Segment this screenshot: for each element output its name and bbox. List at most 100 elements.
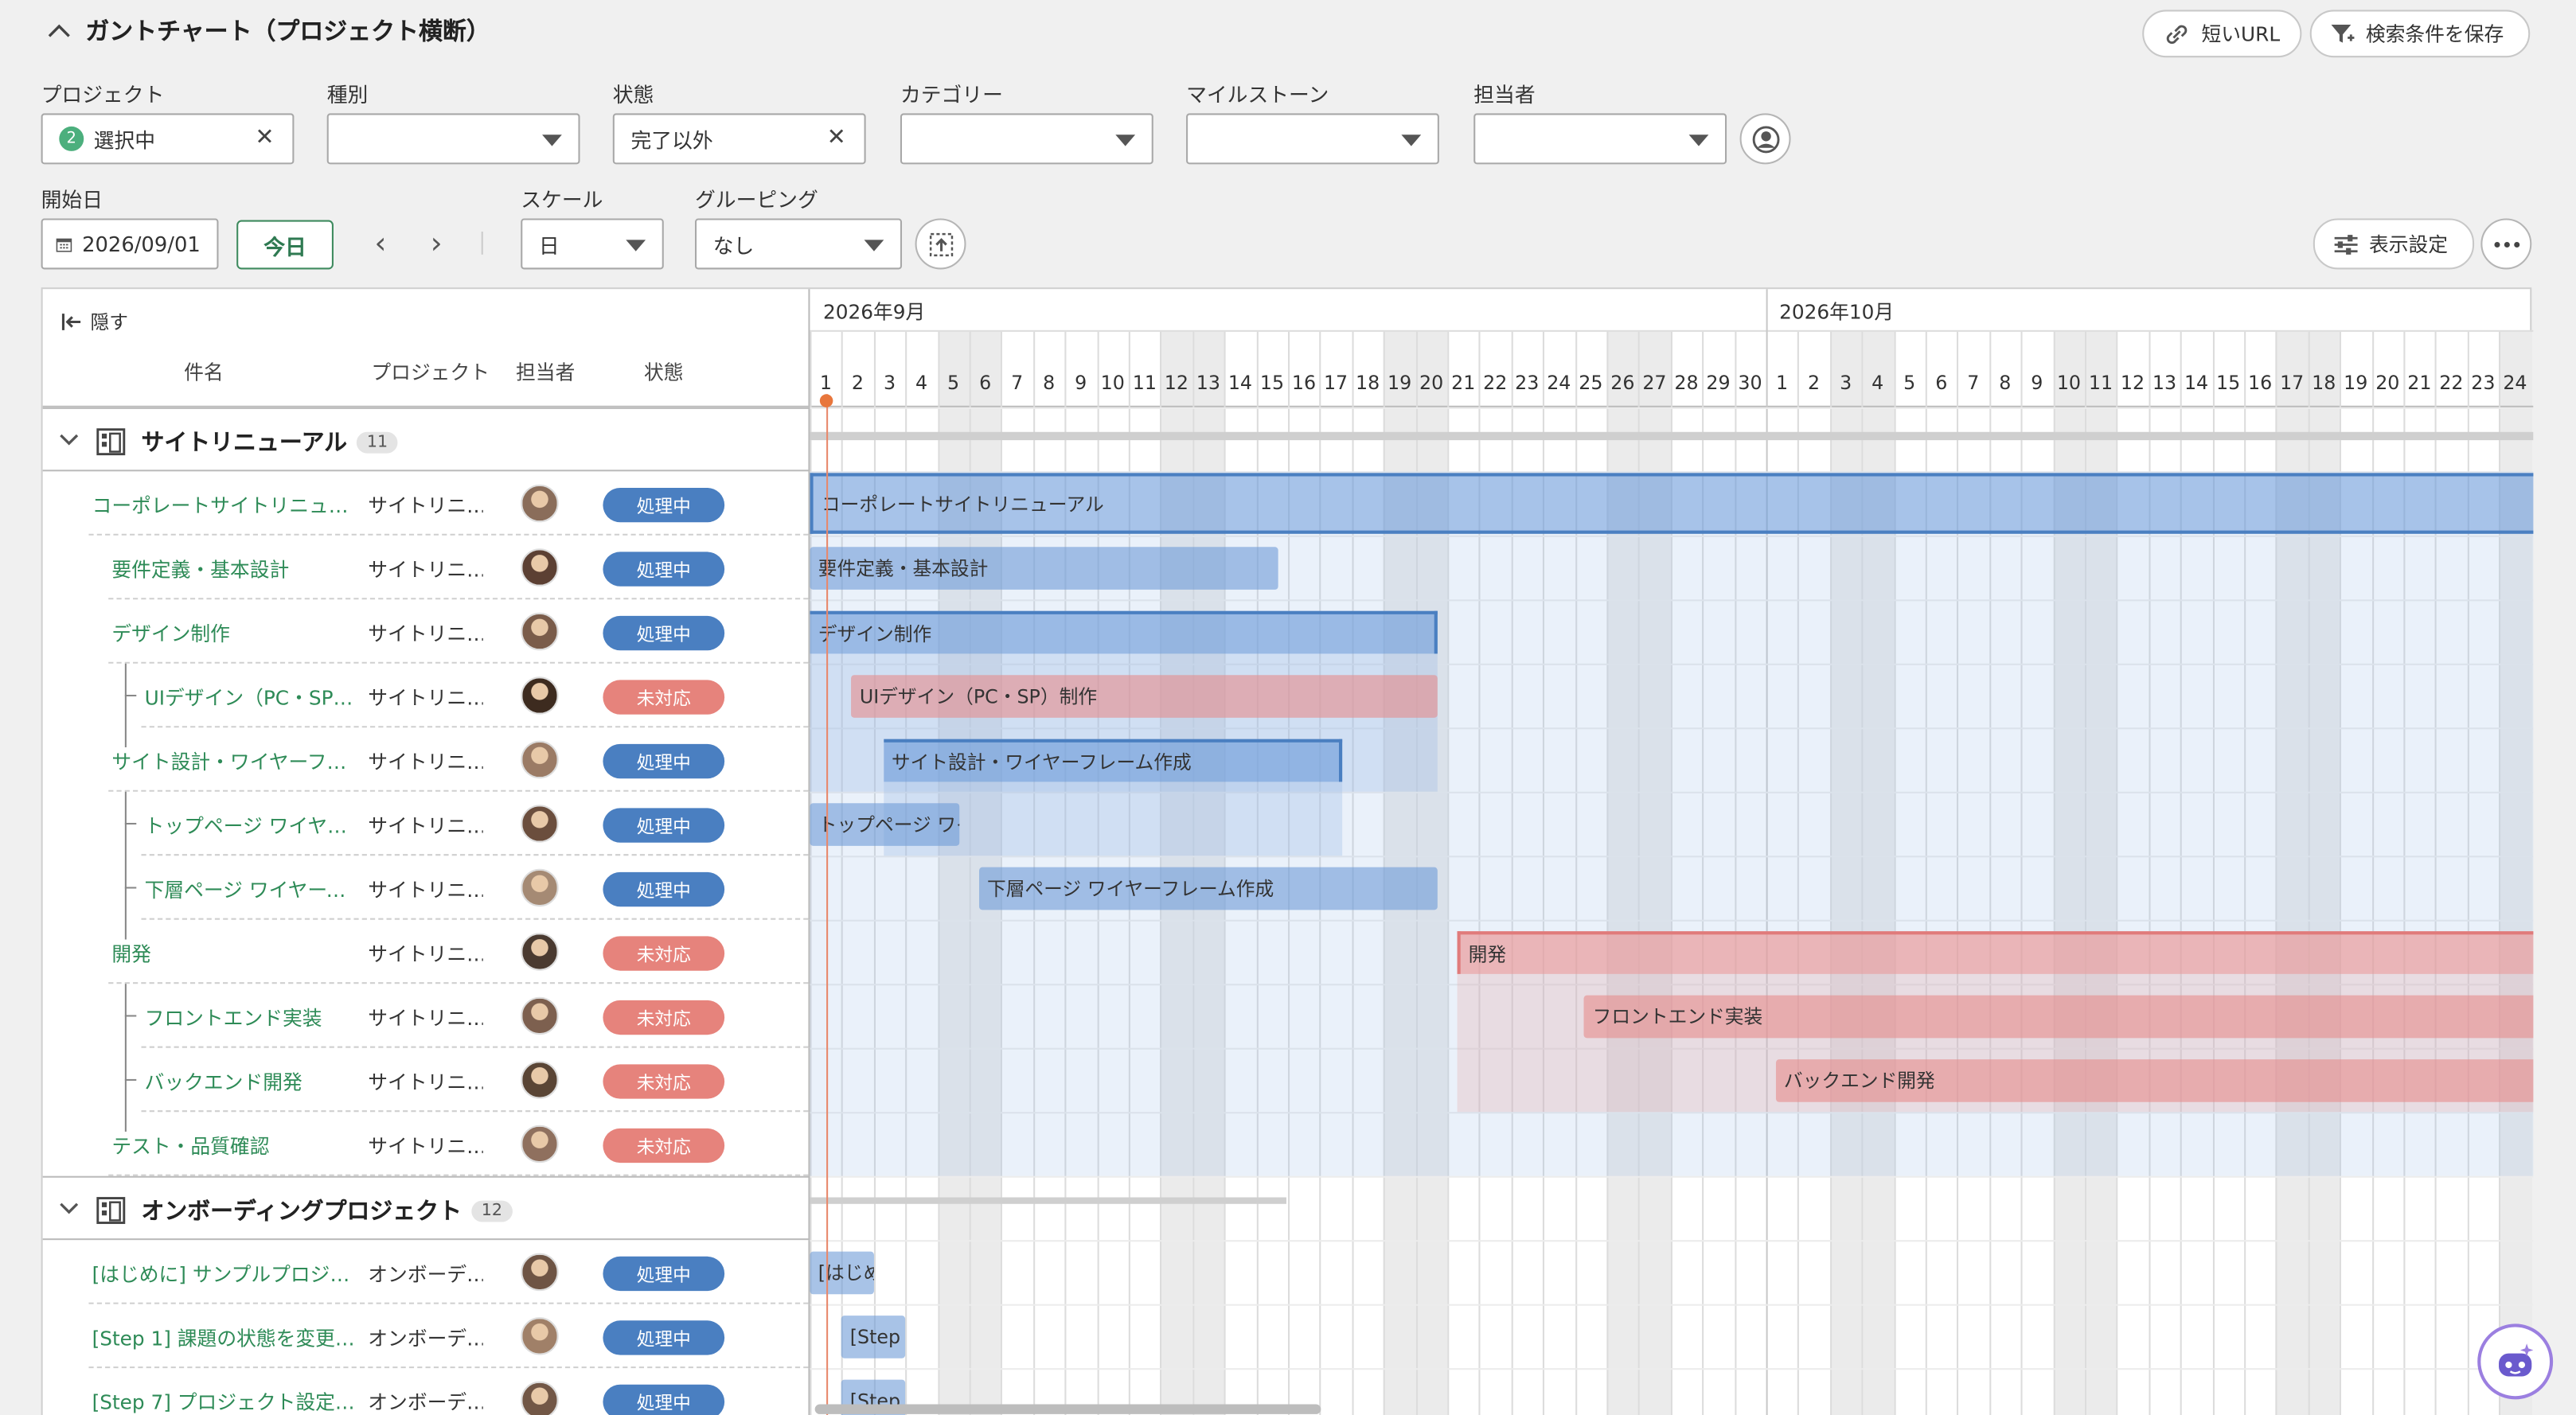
table-row[interactable]: [Step 7] プロジェクト設定を確認するオンボーデ… 処理中 — [43, 1368, 810, 1415]
table-row[interactable]: デザイン制作 サイトリニ… 処理中 — [43, 599, 810, 664]
expand-collapse-button[interactable] — [915, 218, 966, 270]
assignee-filter-select[interactable] — [1473, 113, 1727, 165]
next-arrow-icon[interactable]: › — [431, 227, 443, 261]
table-row[interactable]: 開発 サイトリニ… 未対応 — [43, 919, 810, 984]
today-button[interactable]: 今日 — [236, 220, 334, 270]
day-label: 13 — [2152, 371, 2177, 395]
task-project: サイトリニ… — [368, 814, 483, 838]
table-row[interactable]: バックエンド開発 サイトリニ… 未対応 — [43, 1047, 810, 1113]
horizontal-scrollbar[interactable] — [814, 1404, 1321, 1414]
day-label: 12 — [2120, 371, 2145, 395]
group-row[interactable]: サイトリニューアル 11 — [42, 407, 810, 472]
task-name-link[interactable]: UIデザイン（PC・SP）制作 — [145, 684, 358, 711]
day-label: 10 — [2056, 371, 2082, 395]
avatar — [521, 676, 559, 715]
task-name-link[interactable]: トップページ ワイヤーフレーム作成 — [145, 812, 358, 840]
clear-icon[interactable]: ✕ — [255, 125, 274, 151]
gantt-bar[interactable]: 開発 — [1457, 931, 2534, 974]
more-options-button[interactable] — [2480, 218, 2532, 270]
status-filter-select[interactable]: 完了以外 ✕ — [612, 113, 866, 165]
day-label: 4 — [915, 371, 928, 395]
task-name-link[interactable]: サイト設計・ワイヤーフレーム作成 — [111, 747, 358, 775]
grouping-select[interactable]: なし — [694, 218, 903, 270]
task-name-link[interactable]: テスト・品質確認 — [111, 1132, 358, 1160]
task-name-link[interactable]: 開発 — [111, 939, 358, 967]
gantt-bar[interactable]: 要件定義・基本設計 — [810, 547, 1278, 590]
display-settings-label: 表示設定 — [2368, 233, 2449, 256]
table-row[interactable]: [Step 1] 課題の状態を変更する オンボーデ… 処理中 — [43, 1304, 810, 1369]
table-row[interactable]: テスト・品質確認 サイトリニ… 未対応 — [43, 1112, 810, 1176]
chevron-down-icon[interactable] — [59, 432, 79, 449]
col-header-status[interactable]: 状態 — [644, 358, 684, 386]
group-summary-bar — [810, 431, 2534, 441]
ai-assistant-button[interactable] — [2477, 1323, 2554, 1400]
display-settings-button[interactable]: 表示設定 — [2313, 218, 2475, 270]
status-badge: 処理中 — [603, 871, 725, 907]
short-url-button[interactable]: 短いURL — [2142, 10, 2302, 58]
task-name-link[interactable]: コーポレートサイトリニューアル — [92, 491, 358, 519]
dropdown-arrow-icon — [864, 240, 884, 251]
day-label: 18 — [1355, 371, 1380, 395]
table-row[interactable]: [はじめに] サンプルプロジェクトについてオンボーデ… 処理中 — [43, 1240, 810, 1304]
group-row[interactable]: オンボーディングプロジェクト 12 — [42, 1175, 810, 1241]
task-name-link[interactable]: 下層ページ ワイヤーフレーム作成 — [145, 875, 358, 903]
divider — [481, 231, 483, 255]
table-row[interactable]: サイト設計・ワイヤーフレーム作成サイトリニ… 処理中 — [43, 727, 810, 792]
gantt-bar[interactable]: コーポレートサイトリニューアル — [810, 473, 2534, 534]
gantt-bar[interactable]: UIデザイン（PC・SP）制作 — [851, 675, 1438, 718]
task-name-link[interactable]: [Step 1] 課題の状態を変更する — [92, 1323, 358, 1351]
group-summary-bar — [810, 1197, 1286, 1204]
table-row[interactable]: コーポレートサイトリニューアル サイトリニ… 処理中 — [43, 471, 810, 536]
milestone-filter-select[interactable] — [1186, 113, 1439, 165]
table-row[interactable]: 要件定義・基本設計 サイトリニ… 処理中 — [43, 535, 810, 600]
gantt-bar[interactable]: [Step 1] 課題の状態を変更する — [841, 1316, 906, 1358]
start-date-input[interactable]: 2026/09/01 — [41, 218, 219, 270]
assign-to-me-button[interactable] — [1739, 113, 1791, 165]
hide-table-button[interactable]: 隠す — [60, 309, 128, 335]
scale-value: 日 — [538, 233, 560, 259]
day-label: 2 — [1808, 371, 1821, 395]
scale-select[interactable]: 日 — [521, 218, 664, 270]
col-header-assignee[interactable]: 担当者 — [516, 358, 575, 386]
dropdown-arrow-icon — [626, 240, 646, 251]
robot-icon — [2499, 1343, 2534, 1377]
category-filter-select[interactable] — [900, 113, 1153, 165]
project-filter-select[interactable]: 2 選択中 ✕ — [41, 113, 295, 165]
gantt-bar[interactable]: 下層ページ ワイヤーフレーム作成 — [978, 867, 1438, 910]
type-filter-select[interactable] — [326, 113, 580, 165]
prev-arrow-icon[interactable]: ‹ — [375, 227, 387, 261]
avatar — [521, 484, 559, 523]
task-name-link[interactable]: 要件定義・基本設計 — [111, 555, 358, 583]
task-name-link[interactable]: [Step 7] プロジェクト設定を確認する — [92, 1388, 358, 1415]
task-name-link[interactable]: [はじめに] サンプルプロジェクトについて — [92, 1260, 358, 1288]
task-project: オンボーデ… — [368, 1391, 483, 1414]
col-header-project[interactable]: プロジェクト — [371, 358, 490, 386]
gantt-bar[interactable]: トップページ ワイヤーフレーム作成 — [810, 803, 960, 846]
table-row[interactable]: 下層ページ ワイヤーフレーム作成サイトリニ… 処理中 — [43, 856, 810, 920]
save-filter-button[interactable]: 検索条件を保存 — [2309, 10, 2531, 58]
day-label: 23 — [1515, 371, 1540, 395]
gantt-bar[interactable]: サイト設計・ワイヤーフレーム作成 — [883, 739, 1343, 782]
start-date-label: 開始日 — [41, 187, 103, 212]
gantt-bar[interactable]: フロントエンド実装 — [1584, 995, 2534, 1039]
clear-icon[interactable]: ✕ — [827, 125, 846, 151]
table-row[interactable]: フロントエンド実装 サイトリニ… 未対応 — [43, 984, 810, 1048]
task-name-link[interactable]: バックエンド開発 — [145, 1067, 358, 1095]
chevron-down-icon[interactable] — [59, 1201, 79, 1218]
day-label: 17 — [2280, 371, 2305, 395]
grouping-value: なし — [712, 233, 755, 259]
task-name-link[interactable]: デザイン制作 — [111, 619, 358, 647]
chevron-up-icon[interactable] — [46, 21, 72, 41]
gantt-bar[interactable]: [はじめに] サンプルプロジェクトについて — [810, 1251, 874, 1295]
gantt-bar[interactable]: デザイン制作 — [810, 610, 1438, 654]
table-row[interactable]: トップページ ワイヤーフレーム作成サイトリニ… 処理中 — [43, 791, 810, 856]
gantt-bar[interactable]: バックエンド開発 — [1775, 1059, 2534, 1102]
day-label: 13 — [1196, 371, 1221, 395]
col-header-name[interactable]: 件名 — [184, 358, 224, 386]
status-badge: 処理中 — [603, 1320, 725, 1355]
task-name-link[interactable]: フロントエンド実装 — [145, 1004, 358, 1031]
month-label: 2026年10月 — [1779, 300, 1895, 324]
group-count-badge: 12 — [471, 1199, 513, 1222]
status-badge: 未対応 — [603, 1000, 725, 1035]
table-row[interactable]: UIデザイン（PC・SP）制作サイトリニ… 未対応 — [43, 663, 810, 728]
